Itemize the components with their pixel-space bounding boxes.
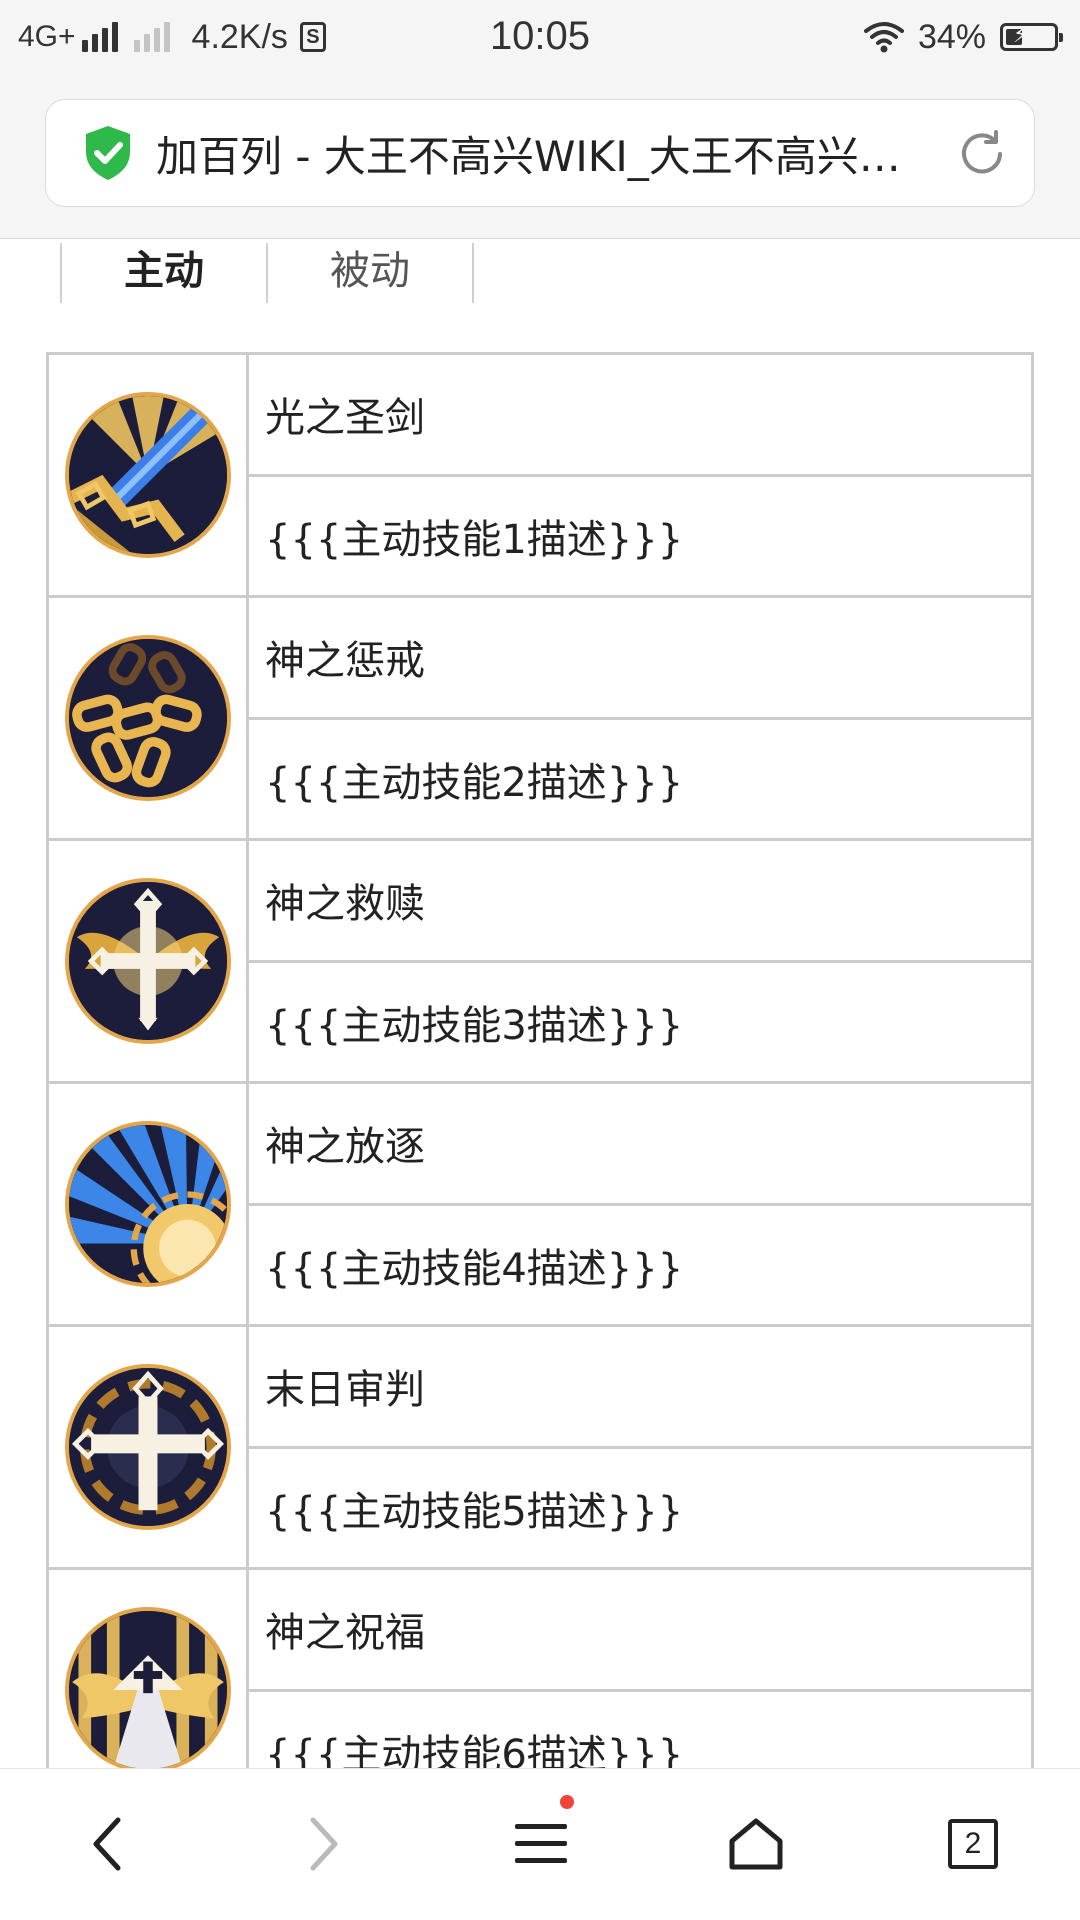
shield-check-icon — [86, 126, 130, 180]
judgement-cross-icon[interactable] — [64, 1364, 231, 1530]
page-title[interactable]: 加百列 - 大王不高兴WIKI_大王不高兴WIKI — [156, 123, 916, 184]
browser-bottom-nav: 2 — [0, 1768, 1080, 1920]
blessing-icon[interactable] — [64, 1607, 231, 1773]
skill-icon-cell — [49, 1327, 249, 1567]
battery-percent: 34% — [917, 17, 986, 56]
skill-tabs: 主动 被动 — [60, 243, 474, 303]
battery-icon: ⚡ — [1000, 22, 1063, 51]
skill-description: {{{主动技能2描述}}} — [265, 759, 684, 806]
light-burst-icon[interactable] — [64, 1121, 231, 1287]
skill-row: 光之圣剑 {{{主动技能1描述}}} — [49, 355, 1031, 598]
skill-row: 神之惩戒 {{{主动技能2描述}}} — [49, 598, 1031, 841]
skill-icon-cell — [49, 1084, 249, 1324]
back-arrow-icon — [93, 1817, 121, 1871]
menu-icon — [515, 1824, 567, 1863]
address-bar[interactable]: 加百列 - 大王不高兴WIKI_大王不高兴WIKI — [45, 99, 1035, 207]
charging-bolt-icon: ⚡ — [1013, 22, 1029, 47]
skill-description: {{{主动技能4描述}}} — [265, 1245, 684, 1292]
back-button[interactable] — [63, 1799, 153, 1889]
tab-count: 2 — [948, 1819, 998, 1869]
skill-name[interactable]: 末日审判 — [249, 1327, 1031, 1449]
tab-passive-skills[interactable]: 被动 — [268, 243, 474, 303]
menu-button[interactable] — [496, 1795, 586, 1889]
skill-row: 神之放逐 {{{主动技能4描述}}} — [49, 1084, 1031, 1327]
skill-icon-cell — [49, 598, 249, 838]
skill-name[interactable]: 神之放逐 — [249, 1084, 1031, 1206]
browser-address-area: 加百列 - 大王不高兴WIKI_大王不高兴WIKI — [0, 74, 1080, 239]
skill-icon-cell — [49, 841, 249, 1081]
tabs-button[interactable]: 2 — [928, 1799, 1018, 1889]
skill-name[interactable]: 光之圣剑 — [249, 355, 1031, 477]
chains-icon[interactable] — [64, 635, 231, 801]
home-icon — [729, 1818, 783, 1870]
tab-active-skills[interactable]: 主动 — [62, 243, 268, 303]
skill-text: 神之惩戒 {{{主动技能2描述}}} — [249, 598, 1031, 838]
skill-description: {{{主动技能3描述}}} — [265, 1002, 684, 1049]
skill-description: {{{主动技能5描述}}} — [265, 1488, 684, 1535]
status-bar: 4G+ 4.2K/s S 10:05 34% ⚡ — [0, 0, 1080, 74]
winged-cross-icon[interactable] — [64, 878, 231, 1044]
skill-name[interactable]: 神之惩戒 — [249, 598, 1031, 720]
skill-name[interactable]: 神之救赎 — [249, 841, 1031, 963]
skill-text: 光之圣剑 {{{主动技能1描述}}} — [249, 355, 1031, 595]
skill-row: 神之救赎 {{{主动技能3描述}}} — [49, 841, 1031, 1084]
skill-text: 末日审判 {{{主动技能5描述}}} — [249, 1327, 1031, 1567]
holy-sword-icon[interactable] — [64, 392, 231, 558]
skill-row: 末日审判 {{{主动技能5描述}}} — [49, 1327, 1031, 1570]
skill-name[interactable]: 神之祝福 — [249, 1570, 1031, 1692]
refresh-icon[interactable] — [956, 128, 1008, 180]
skill-icon-cell — [49, 355, 249, 595]
forward-button[interactable] — [278, 1799, 368, 1889]
forward-arrow-icon — [310, 1817, 338, 1871]
skill-table: 光之圣剑 {{{主动技能1描述}}} 神之惩戒 {{{主动技能2描述}}} 神之… — [46, 352, 1034, 1813]
status-right: 34% ⚡ — [863, 16, 1063, 58]
skill-text: 神之放逐 {{{主动技能4描述}}} — [249, 1084, 1031, 1324]
skill-description: {{{主动技能1描述}}} — [265, 516, 684, 563]
notification-dot — [560, 1795, 574, 1809]
skill-text: 神之救赎 {{{主动技能3描述}}} — [249, 841, 1031, 1081]
wifi-icon — [863, 22, 904, 53]
home-button[interactable] — [711, 1799, 801, 1889]
